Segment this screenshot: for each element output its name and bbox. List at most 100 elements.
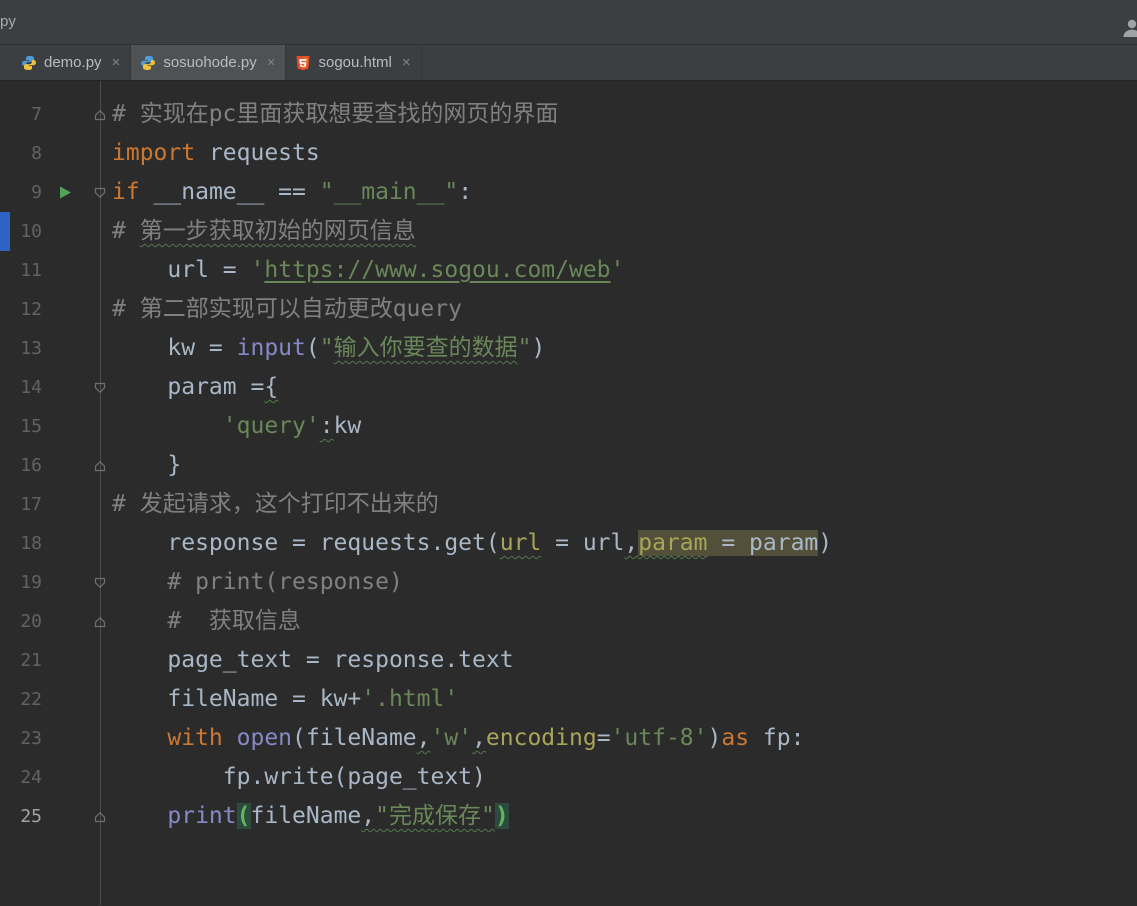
tab-sogou.html[interactable]: sogou.html × xyxy=(286,45,422,80)
gutter[interactable]: 18 xyxy=(0,524,112,563)
line-number[interactable]: 9 xyxy=(0,173,42,212)
line-number[interactable]: 12 xyxy=(0,290,42,329)
code-line-text[interactable]: 'query':kw xyxy=(112,407,362,446)
line-number[interactable]: 19 xyxy=(0,563,42,602)
run-gutter-slot xyxy=(55,446,75,485)
fold-up-icon[interactable] xyxy=(91,95,109,134)
code-line-text[interactable]: param ={ xyxy=(112,368,278,407)
gutter[interactable]: 22 xyxy=(0,680,112,719)
python-icon xyxy=(21,55,37,71)
line-number[interactable]: 25 xyxy=(0,797,42,836)
gutter[interactable]: 23 xyxy=(0,719,112,758)
fold-down-icon[interactable] xyxy=(91,368,109,407)
code-line-text[interactable]: fileName = kw+'.html' xyxy=(112,680,458,719)
gutter[interactable]: 16 xyxy=(0,446,112,485)
code-line: 19 # print(response) xyxy=(0,563,1137,602)
line-number[interactable]: 11 xyxy=(0,251,42,290)
line-number[interactable]: 8 xyxy=(0,134,42,173)
line-number[interactable]: 21 xyxy=(0,641,42,680)
line-number[interactable]: 23 xyxy=(0,719,42,758)
code-line-text[interactable]: # print(response) xyxy=(112,563,402,602)
code-line-text[interactable]: url = 'https://www.sogou.com/web' xyxy=(112,251,624,290)
gutter[interactable]: 9 xyxy=(0,173,112,212)
line-number[interactable]: 24 xyxy=(0,758,42,797)
run-gutter-slot xyxy=(55,719,75,758)
code-line: 22 fileName = kw+'.html' xyxy=(0,680,1137,719)
code-line-text[interactable]: if __name__ == "__main__": xyxy=(112,173,472,212)
code-line-text[interactable]: page_text = response.text xyxy=(112,641,513,680)
fold-gutter-slot xyxy=(91,407,109,446)
code-line: 24 fp.write(page_text) xyxy=(0,758,1137,797)
code-line: 10 # 第一步获取初始的网页信息 xyxy=(0,212,1137,251)
code-line-text[interactable]: kw = input("输入你要查的数据") xyxy=(112,329,545,368)
code-line-text[interactable]: fp.write(page_text) xyxy=(112,758,486,797)
fold-up-icon[interactable] xyxy=(91,797,109,836)
code-line: 15 'query':kw xyxy=(0,407,1137,446)
gutter[interactable]: 17 xyxy=(0,485,112,524)
line-number[interactable]: 15 xyxy=(0,407,42,446)
close-icon[interactable]: × xyxy=(267,55,276,70)
code-line: 25 print(fileName,"完成保存") xyxy=(0,797,1137,836)
code-line: 21 page_text = response.text xyxy=(0,641,1137,680)
close-icon[interactable]: × xyxy=(402,55,411,70)
code-line-text[interactable]: # 第一步获取初始的网页信息 xyxy=(112,212,416,251)
gutter[interactable]: 10 xyxy=(0,212,112,251)
fold-down-icon[interactable] xyxy=(91,563,109,602)
gutter[interactable]: 11 xyxy=(0,251,112,290)
code-line-text[interactable]: # 获取信息 xyxy=(112,602,301,641)
line-number[interactable]: 22 xyxy=(0,680,42,719)
line-number[interactable]: 20 xyxy=(0,602,42,641)
fold-gutter-slot xyxy=(91,719,109,758)
run-gutter-slot xyxy=(55,290,75,329)
code-editor: 7 # 实现在pc里面获取想要查找的网页的界面 8 import requests 9 i… xyxy=(0,81,1137,905)
run-gutter-slot xyxy=(55,329,75,368)
gutter[interactable]: 14 xyxy=(0,368,112,407)
code-line-text[interactable]: print(fileName,"完成保存") xyxy=(112,797,509,836)
fold-gutter-slot xyxy=(91,290,109,329)
code-line: 11 url = 'https://www.sogou.com/web' xyxy=(0,251,1137,290)
fold-gutter-slot xyxy=(91,641,109,680)
code-line-text[interactable]: import requests xyxy=(112,134,320,173)
code-line-text[interactable]: response = requests.get(url = url,param … xyxy=(112,524,832,563)
run-gutter-slot xyxy=(55,485,75,524)
code-line-text[interactable]: with open(fileName,'w',encoding='utf-8')… xyxy=(112,719,804,758)
line-number[interactable]: 16 xyxy=(0,446,42,485)
line-number[interactable]: 18 xyxy=(0,524,42,563)
gutter[interactable]: 20 xyxy=(0,602,112,641)
fold-gutter-slot xyxy=(91,758,109,797)
run-icon[interactable] xyxy=(55,173,75,212)
code-line-text[interactable]: # 第二部实现可以自动更改query xyxy=(112,290,462,329)
fold-up-icon[interactable] xyxy=(91,602,109,641)
gutter[interactable]: 19 xyxy=(0,563,112,602)
gutter[interactable]: 25 xyxy=(0,797,112,836)
fold-down-icon[interactable] xyxy=(91,173,109,212)
tab-demo.py[interactable]: demo.py × xyxy=(12,45,132,80)
line-number[interactable]: 13 xyxy=(0,329,42,368)
line-number[interactable]: 14 xyxy=(0,368,42,407)
line-number[interactable]: 10 xyxy=(0,212,42,251)
gutter[interactable]: 7 xyxy=(0,95,112,134)
line-number[interactable]: 17 xyxy=(0,485,42,524)
gutter[interactable]: 8 xyxy=(0,134,112,173)
close-icon[interactable]: × xyxy=(112,55,121,70)
code-line: 8 import requests xyxy=(0,134,1137,173)
gutter[interactable]: 21 xyxy=(0,641,112,680)
gutter[interactable]: 15 xyxy=(0,407,112,446)
gutter[interactable]: 24 xyxy=(0,758,112,797)
tab-sosuohode.py[interactable]: sosuohode.py × xyxy=(131,45,287,80)
gutter[interactable]: 12 xyxy=(0,290,112,329)
code-line: 18 response = requests.get(url = url,par… xyxy=(0,524,1137,563)
run-gutter-slot xyxy=(55,680,75,719)
run-gutter-slot xyxy=(55,251,75,290)
code-line-text[interactable]: # 发起请求，这个打印不出来的 xyxy=(112,485,439,524)
run-gutter-slot xyxy=(55,407,75,446)
fold-up-icon[interactable] xyxy=(91,446,109,485)
html-icon xyxy=(295,55,311,71)
line-number[interactable]: 7 xyxy=(0,95,42,134)
code-line-text[interactable]: # 实现在pc里面获取想要查找的网页的界面 xyxy=(112,95,558,134)
code-line-text[interactable]: } xyxy=(112,446,181,485)
run-gutter-slot xyxy=(55,134,75,173)
user-icon[interactable] xyxy=(1120,16,1137,45)
window-title-fragment: py xyxy=(0,13,16,30)
gutter[interactable]: 13 xyxy=(0,329,112,368)
